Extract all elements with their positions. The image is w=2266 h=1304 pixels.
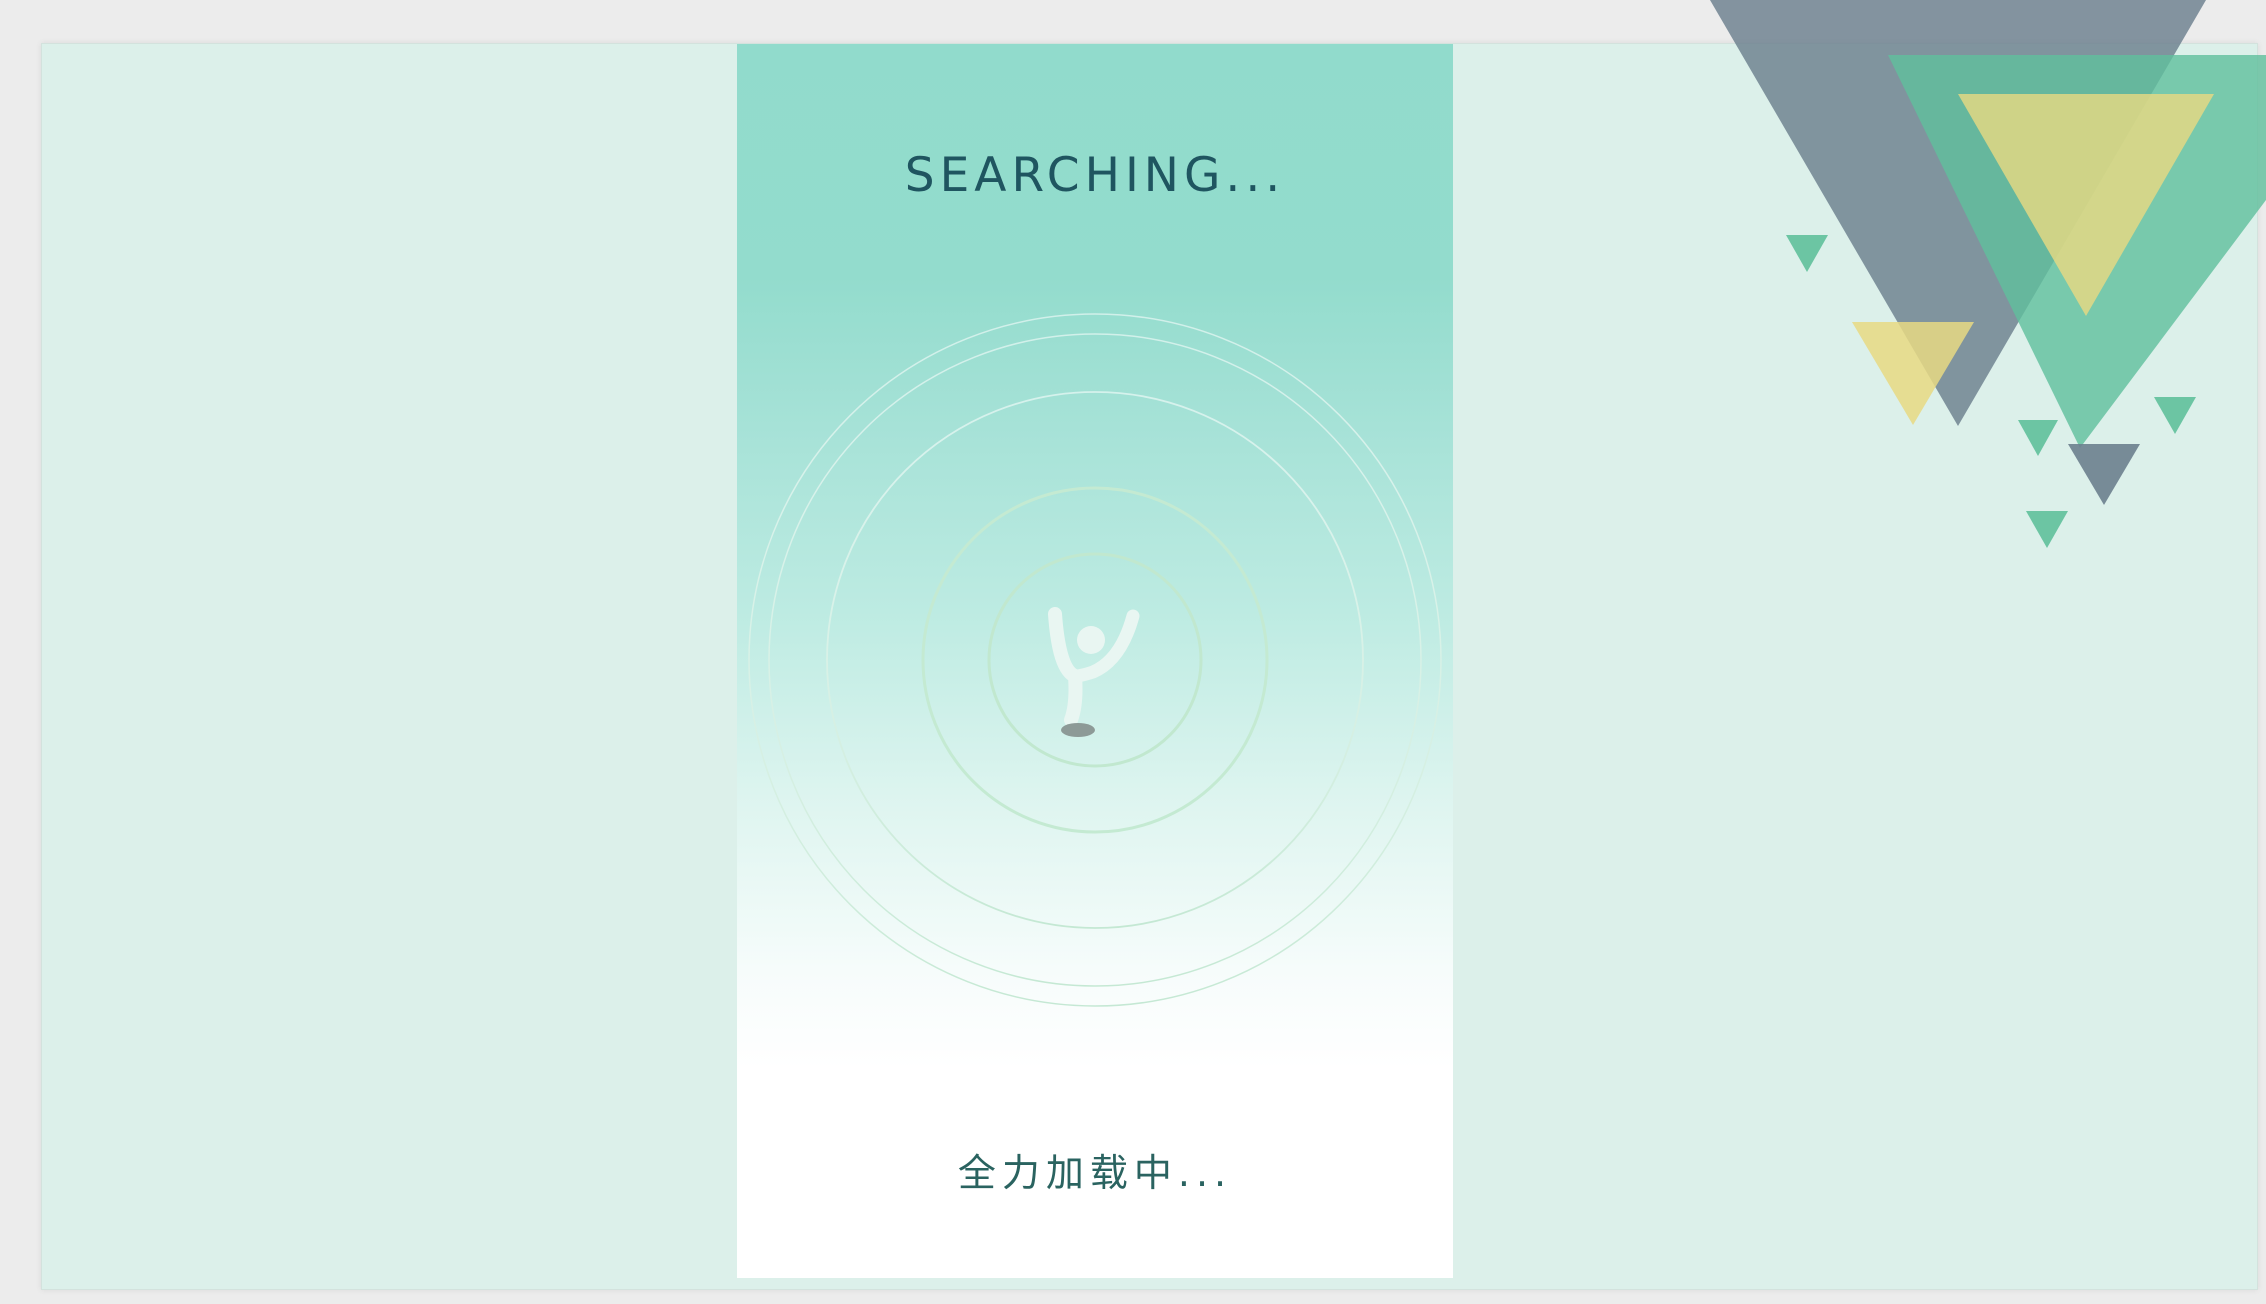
radar-ring-mid xyxy=(826,391,1364,929)
searching-title: SEARCHING... xyxy=(904,148,1286,203)
radar-ring-outer-1 xyxy=(748,313,1442,1007)
person-jumping-icon xyxy=(1048,607,1140,737)
radar-ring-core xyxy=(987,552,1203,768)
canvas: SEARCHING... 全力加载中... xyxy=(41,43,2258,1290)
loading-text: 全力加载中... xyxy=(957,1151,1233,1195)
radar-rings xyxy=(748,313,1442,1007)
radar-ring-outer-2 xyxy=(768,333,1422,987)
phone-screen: SEARCHING... 全力加载中... xyxy=(737,44,1453,1278)
radar-ring-inner xyxy=(921,486,1269,834)
